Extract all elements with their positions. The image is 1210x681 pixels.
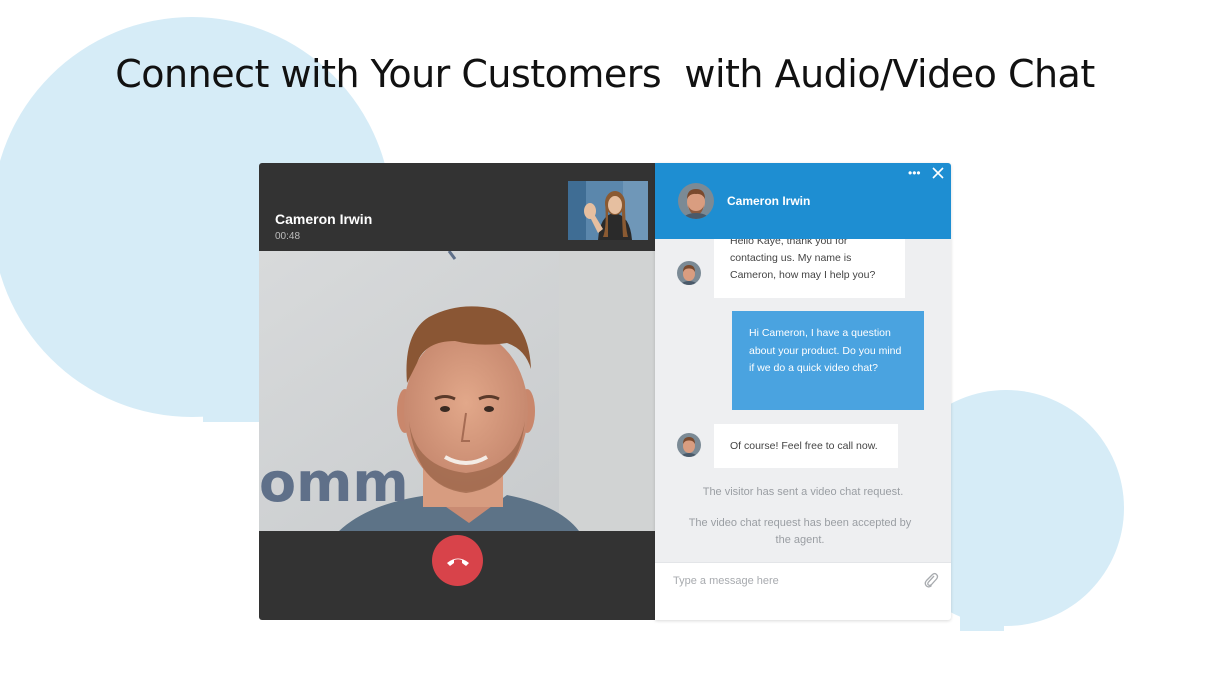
- headline: Connect with Your Customers with Audio/V…: [115, 52, 1095, 96]
- agent-avatar-small: [677, 261, 701, 285]
- self-view-video[interactable]: [568, 181, 648, 240]
- agent-message: Hello Kaye, thank you for contacting us.…: [714, 239, 905, 298]
- message-composer: [655, 562, 951, 620]
- agent-avatar: [678, 183, 714, 219]
- system-message: The video chat request has been accepted…: [688, 517, 912, 546]
- agent-avatar-small: [677, 433, 701, 457]
- decor-bubble-right-tail: [960, 545, 1004, 631]
- caller-name: Cameron Irwin: [275, 211, 373, 227]
- message-input[interactable]: [673, 571, 913, 591]
- agent-name: Cameron Irwin: [727, 194, 811, 208]
- agent-avatar-image: [678, 183, 714, 219]
- chat-header: Cameron Irwin •••: [655, 163, 951, 239]
- hangup-button[interactable]: [432, 535, 483, 586]
- paperclip-icon[interactable]: [923, 571, 939, 594]
- more-options-icon[interactable]: •••: [908, 166, 921, 180]
- remote-video-image: omm: [259, 251, 655, 531]
- remote-video: omm: [259, 251, 655, 531]
- video-call-panel: Cameron Irwin 00:48 omm: [259, 163, 655, 620]
- wall-lettering: omm: [259, 451, 409, 514]
- phone-hangup-icon: [446, 558, 469, 566]
- agent-message: Of course! Feel free to call now.: [714, 424, 898, 468]
- visitor-message: Hi Cameron, I have a question about your…: [732, 311, 924, 410]
- call-timer: 00:48: [275, 231, 301, 242]
- close-icon[interactable]: [932, 166, 944, 184]
- self-view-image: [568, 181, 648, 240]
- message-list[interactable]: Hello Kaye, thank you for contacting us.…: [655, 239, 951, 562]
- chat-panel: Cameron Irwin ••• Hello Kaye, thank you …: [655, 163, 951, 620]
- system-message: The visitor has sent a video chat reques…: [702, 486, 904, 498]
